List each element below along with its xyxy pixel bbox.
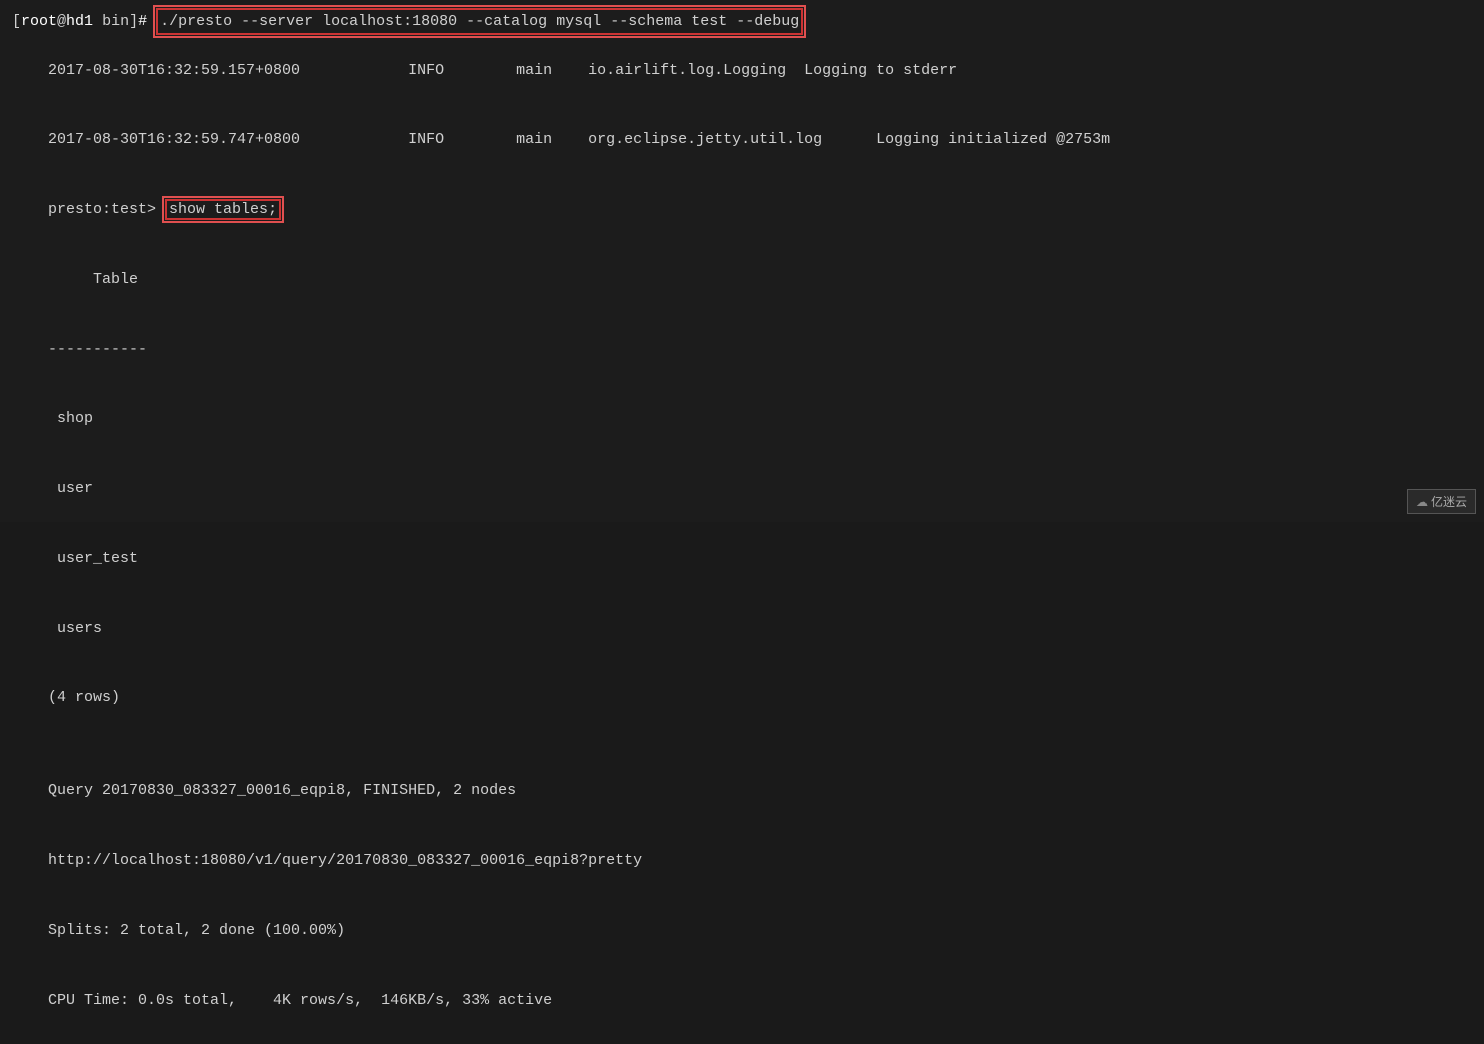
show-tables-command[interactable]: show tables; <box>165 199 281 220</box>
watermark-icon: ☁ <box>1416 496 1428 510</box>
presto-prompt-text: presto:test> <box>48 201 165 218</box>
blank-line <box>12 733 1472 756</box>
watermark-text: 亿迷云 <box>1431 496 1467 510</box>
table-separator: ----------- <box>12 314 1472 384</box>
query-id-line: Query 20170830_083327_00016_eqpi8, FINIS… <box>12 756 1472 826</box>
prompt-user: root <box>21 10 57 33</box>
command-line-1: [root@hd1 bin]# ./presto --server localh… <box>12 8 1472 35</box>
table-header: Table <box>12 245 1472 315</box>
table-row-user-test: user_test <box>12 524 1472 594</box>
splits-line: Splits: 2 total, 2 done (100.00%) <box>12 896 1472 966</box>
log-timestamp-1: 2017-08-30T16:32:59.157+0800 INFO main i… <box>48 62 957 79</box>
query-url-line: http://localhost:18080/v1/query/20170830… <box>12 826 1472 896</box>
per-node-line: Per Node: 0.0 parallelism, 0 rows/s, 12B… <box>12 1035 1472 1044</box>
log-timestamp-2: 2017-08-30T16:32:59.747+0800 INFO main o… <box>48 131 1110 148</box>
log-line-2: 2017-08-30T16:32:59.747+0800 INFO main o… <box>12 105 1472 175</box>
command-text[interactable]: ./presto --server localhost:18080 --cata… <box>156 8 803 35</box>
prompt-directory: bin <box>102 10 129 33</box>
watermark-badge: ☁亿迷云 <box>1407 489 1476 514</box>
prompt-hostname: hd1 <box>66 10 93 33</box>
table-row-users: users <box>12 593 1472 663</box>
table-row-user: user <box>12 454 1472 524</box>
row-count: (4 rows) <box>12 663 1472 733</box>
prompt-bracket: [ <box>12 10 21 33</box>
presto-prompt-line: presto:test> show tables; <box>12 175 1472 245</box>
log-line-1: 2017-08-30T16:32:59.157+0800 INFO main i… <box>12 35 1472 105</box>
table-row-shop: shop <box>12 384 1472 454</box>
terminal-window: [root@hd1 bin]# ./presto --server localh… <box>0 0 1484 522</box>
cpu-time-line: CPU Time: 0.0s total, 4K rows/s, 146KB/s… <box>12 965 1472 1035</box>
